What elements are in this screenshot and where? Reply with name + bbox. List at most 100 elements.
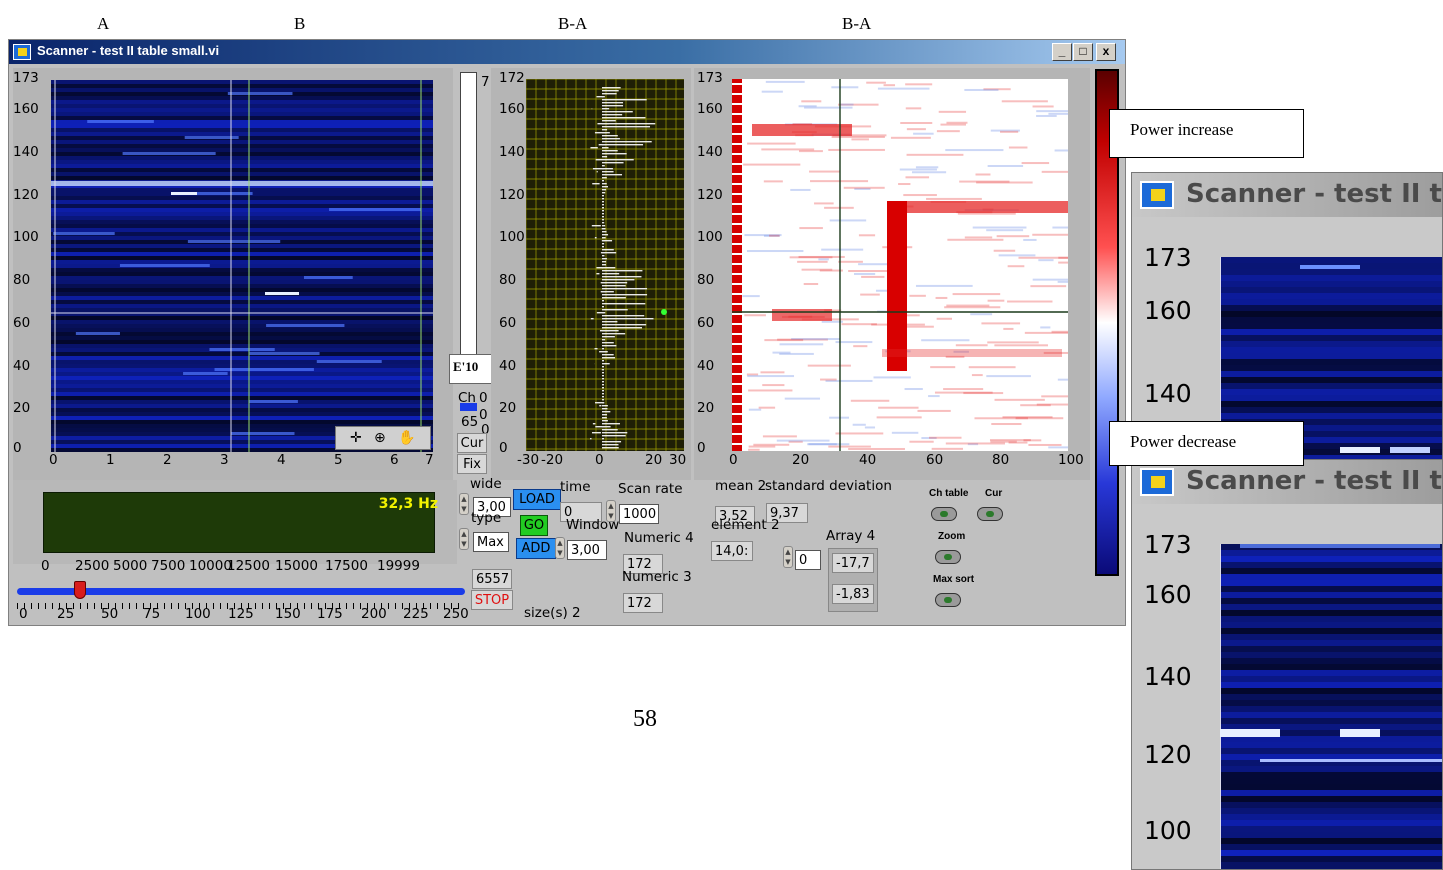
difference-profile-plot[interactable] bbox=[526, 79, 684, 451]
tick-label: 60 bbox=[13, 315, 31, 331]
load-button[interactable]: LOAD bbox=[513, 489, 561, 510]
scan-slider-thumb[interactable] bbox=[73, 581, 86, 599]
scan-rate-spinner[interactable]: ▲ ▼ bbox=[606, 500, 616, 522]
tick-label: 225 bbox=[403, 606, 429, 622]
numeric3-display: 172 bbox=[623, 593, 663, 613]
zoom-window-upper-titlebar[interactable]: Scanner - test II ta bbox=[1132, 173, 1442, 217]
go-button[interactable]: GO bbox=[520, 515, 548, 536]
tick-label: 175 bbox=[317, 606, 343, 622]
difference-map[interactable] bbox=[732, 79, 1068, 451]
tick-label: 15000 bbox=[275, 558, 318, 574]
intensity-map-a[interactable] bbox=[51, 80, 433, 452]
scan-rate-input[interactable]: 1000 bbox=[619, 504, 659, 524]
tick-label: 6 bbox=[390, 452, 399, 468]
tick-label: 7 bbox=[425, 452, 434, 468]
tick-label: 0 bbox=[41, 558, 50, 574]
scale-exponent-box[interactable]: E'10 bbox=[449, 354, 493, 384]
wide-spinner[interactable]: ▲ ▼ bbox=[459, 493, 469, 515]
tick-label: 160 bbox=[1144, 296, 1192, 325]
tick-label: 40 bbox=[697, 358, 715, 374]
type-label: type bbox=[471, 510, 502, 526]
zoom-window-upper-title: Scanner - test II ta bbox=[1186, 179, 1443, 209]
tick-label: 200 bbox=[361, 606, 387, 622]
array-element-2: -1,83 bbox=[832, 584, 874, 604]
zoom-icon[interactable]: ⊕ bbox=[374, 430, 386, 446]
tick-label: 80 bbox=[697, 272, 715, 288]
window-titlebar[interactable]: Scanner - test II table small.vi _ □ x bbox=[9, 40, 1125, 64]
frequency-display: 32,3 Hz bbox=[43, 492, 438, 553]
tick-label: 20 bbox=[697, 400, 715, 416]
type-select[interactable]: Max bbox=[473, 532, 509, 552]
tick-label: 0 bbox=[49, 452, 58, 468]
tick-label: 150 bbox=[275, 606, 301, 622]
fix-button[interactable]: Fix bbox=[457, 454, 487, 474]
scale-side-tick-2: 0 bbox=[479, 407, 488, 423]
column-label-b-minus-a-2: B-A bbox=[842, 14, 872, 33]
graph-palette: ✛ ⊕ ✋ bbox=[335, 426, 431, 450]
tick-label: -20 bbox=[541, 452, 564, 468]
sizes-label: size(s) 2 bbox=[524, 605, 581, 621]
tick-label: 2500 bbox=[75, 558, 110, 574]
minimize-button[interactable]: _ bbox=[1052, 43, 1072, 61]
page-number: 58 bbox=[633, 706, 657, 732]
tick-label: 20 bbox=[792, 452, 810, 468]
power-decrease-callout: Power decrease bbox=[1109, 421, 1304, 466]
tick-label: 140 bbox=[1144, 379, 1192, 408]
max-sort-label: Max sort bbox=[933, 574, 975, 585]
element-label: element 2 bbox=[711, 517, 780, 533]
type-spinner[interactable]: ▲ ▼ bbox=[459, 528, 469, 550]
close-button[interactable]: x bbox=[1096, 43, 1116, 61]
array-element-1: -17,7 bbox=[832, 553, 874, 573]
array-index-input[interactable]: 0 bbox=[795, 550, 821, 570]
crosshair-icon[interactable]: ✛ bbox=[350, 430, 362, 446]
max-sort-toggle[interactable] bbox=[935, 593, 961, 607]
tick-label: 160 bbox=[697, 101, 723, 117]
tick-label: 5 bbox=[334, 452, 343, 468]
scale-top-label: 7 bbox=[481, 74, 490, 90]
tick-label: 0 bbox=[13, 440, 22, 456]
mean-label: mean 2 bbox=[715, 478, 767, 494]
tick-label: 80 bbox=[499, 272, 517, 288]
tick-label: 7500 bbox=[151, 558, 186, 574]
window-spinner[interactable]: ▲ ▼ bbox=[555, 537, 565, 559]
tick-label: 20 bbox=[645, 452, 663, 468]
cur-toggle[interactable] bbox=[977, 507, 1003, 521]
tick-label: 173 bbox=[1144, 243, 1192, 272]
time-label: time bbox=[560, 479, 591, 495]
zoom-toggle[interactable] bbox=[935, 550, 961, 564]
zoom-window-lower-titlebar[interactable]: Scanner - test II ta bbox=[1132, 460, 1442, 504]
cur-button[interactable]: Cur bbox=[457, 433, 487, 453]
zoom-window-lower: Scanner - test II ta 173 160 140 120 100 bbox=[1131, 459, 1443, 870]
tick-label: 140 bbox=[1144, 662, 1192, 691]
cur-toggle-label: Cur bbox=[985, 488, 1003, 499]
window-input[interactable]: 3,00 bbox=[567, 540, 607, 560]
add-button[interactable]: ADD bbox=[516, 538, 556, 559]
tick-label: 80 bbox=[992, 452, 1010, 468]
maximize-button[interactable]: □ bbox=[1073, 43, 1093, 61]
tick-label: 0 bbox=[697, 440, 706, 456]
tick-label: 4 bbox=[277, 452, 286, 468]
tick-label: 120 bbox=[499, 187, 525, 203]
tick-label: 12500 bbox=[227, 558, 270, 574]
tick-label: 1 bbox=[106, 452, 115, 468]
ch-indicator bbox=[460, 403, 477, 411]
element-display: 14,0: bbox=[711, 541, 753, 561]
ch-table-label: Ch table bbox=[929, 488, 969, 499]
ch-table-toggle[interactable] bbox=[931, 507, 957, 521]
tick-label: 3 bbox=[220, 452, 229, 468]
pan-hand-icon[interactable]: ✋ bbox=[398, 430, 415, 446]
array-index-spinner[interactable]: ▲ ▼ bbox=[783, 546, 793, 568]
scan-rate-label: Scan rate bbox=[618, 481, 683, 497]
tick-label: 172 bbox=[499, 70, 525, 86]
intensity-scale-bar bbox=[460, 72, 477, 360]
tick-label: 100 bbox=[185, 606, 211, 622]
std-label: standard deviation bbox=[765, 478, 892, 494]
stop-button[interactable]: STOP bbox=[471, 590, 513, 610]
scanner-window: Scanner - test II table small.vi _ □ x 1… bbox=[8, 39, 1126, 626]
zoom-window-upper: Scanner - test II ta 173 160 140 bbox=[1131, 172, 1443, 462]
power-increase-callout: Power increase bbox=[1109, 109, 1304, 158]
tick-label: 120 bbox=[13, 187, 39, 203]
tick-label: 5000 bbox=[113, 558, 148, 574]
numeric4-label: Numeric 4 bbox=[624, 530, 694, 546]
tick-label: 160 bbox=[499, 101, 525, 117]
